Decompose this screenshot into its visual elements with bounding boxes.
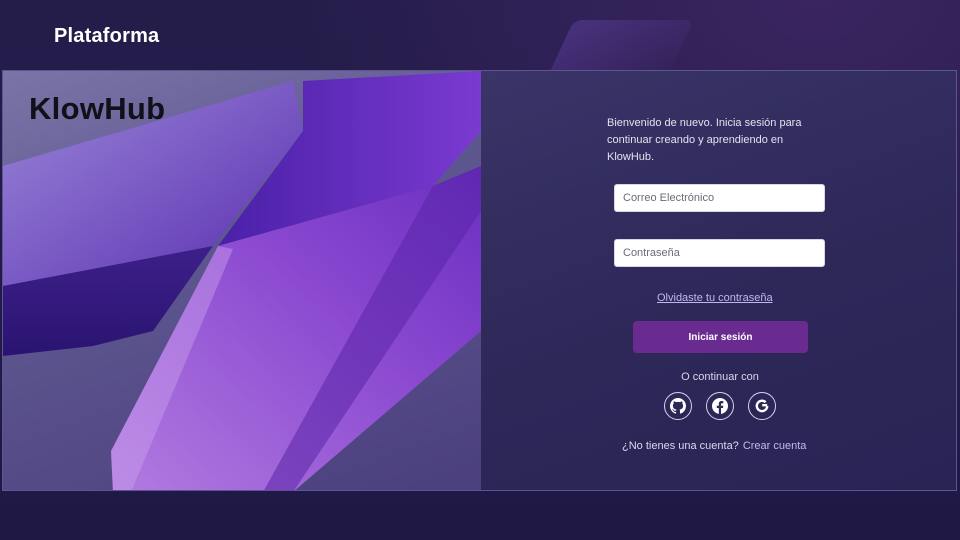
hero-image: KlowHub — [3, 71, 481, 490]
hero-logo: KlowHub — [29, 91, 166, 126]
signup-row: ¿No tienes una cuenta? Crear cuenta — [622, 440, 806, 452]
or-continue-text: O continuar con — [681, 371, 759, 383]
login-button[interactable]: Iniciar sesión — [633, 321, 808, 353]
google-icon — [755, 399, 769, 413]
facebook-login-button[interactable] — [706, 392, 734, 420]
create-account-link[interactable]: Crear cuenta — [743, 440, 807, 452]
welcome-text: Bienvenido de nuevo. Inicia sesión para … — [607, 117, 802, 163]
facebook-icon — [712, 398, 728, 414]
github-icon — [670, 398, 686, 414]
app-brand: Plataforma — [54, 25, 160, 47]
forgot-password-link[interactable]: Olvidaste tu contraseña — [657, 292, 773, 304]
google-login-button[interactable] — [748, 392, 776, 420]
github-login-button[interactable] — [664, 392, 692, 420]
no-account-text: ¿No tienes una cuenta? — [622, 440, 739, 452]
hero-abstract-shapes — [3, 71, 481, 490]
login-panel: Bienvenido de nuevo. Inicia sesión para … — [481, 71, 956, 490]
login-card: KlowHub Bienvenido de nuevo. Inicia sesi… — [2, 70, 957, 491]
password-field[interactable] — [614, 239, 825, 267]
email-field[interactable] — [614, 184, 825, 212]
